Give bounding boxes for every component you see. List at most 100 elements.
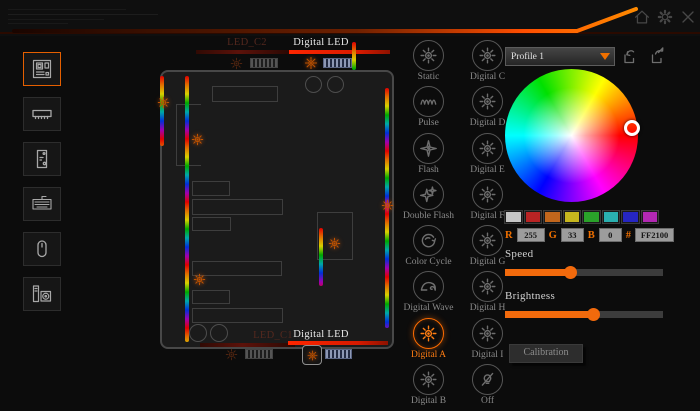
mode-label: Color Cycle [405,257,451,267]
mode-digital-wave[interactable]: Digital Wave [399,271,458,317]
sun-icon [472,133,503,164]
led-c2-underline [196,50,291,54]
double-flash-icon [413,179,444,210]
rgb-led-strip[interactable] [319,228,323,286]
brightness-slider-fill [505,311,593,318]
color-swatch-row [505,211,658,223]
led-zone-icon[interactable] [327,236,342,251]
led-zone-icon[interactable] [190,132,205,147]
speed-slider[interactable] [505,269,663,276]
sun-icon [413,318,444,349]
rgb-led-strip[interactable] [185,76,189,342]
off-icon [472,364,503,395]
fan-header-circle [305,76,322,93]
keyboard-icon [30,193,54,215]
color-swatch-6[interactable] [622,211,639,223]
color-swatch-5[interactable] [603,211,620,223]
digital-led-top-underline [289,50,390,54]
brightness-label: Brightness [505,290,555,302]
dropdown-arrow-icon [600,53,610,60]
color-swatch-1[interactable] [525,211,542,223]
mode-label: Digital E [470,165,505,175]
rgb-value-row: R 255 G 33 B 0 # FF2100 [505,228,674,242]
digital-led-bottom-port-box[interactable] [302,345,322,365]
fan-header-circle [327,76,344,93]
rgb-led-strip[interactable] [160,76,164,146]
sun-icon [472,318,503,349]
brightness-slider[interactable] [505,311,663,318]
led-c1-underline [200,343,295,347]
mode-digital-a[interactable]: Digital A [399,318,458,364]
calibration-button[interactable]: Calibration [509,344,583,363]
home-icon[interactable] [632,7,652,27]
led-zone-icon[interactable] [192,272,207,287]
mode-color-cycle[interactable]: Color Cycle [399,225,458,271]
rgb-fusion-window: LED_C2 Digital LED [0,0,700,411]
pcie-slot-outline [192,181,230,196]
mode-label: Digital G [470,257,506,267]
led-c1-port-icon[interactable] [224,347,239,362]
color-swatch-4[interactable] [583,211,600,223]
speed-label: Speed [505,248,533,260]
settings-gear-icon[interactable] [655,7,675,27]
rgb-led-strip[interactable] [352,42,356,70]
color-cycle-icon [413,225,444,256]
sidebar-device-keyboard-icon[interactable] [23,187,61,221]
mode-digital-b[interactable]: Digital B [399,364,458,410]
led-c2-port-icon[interactable] [229,56,244,71]
export-profile-icon[interactable] [646,45,668,67]
mode-label: Double Flash [403,211,454,221]
sidebar-device-mouse-icon[interactable] [23,232,61,266]
sun-icon [472,86,503,117]
speed-slider-thumb[interactable] [564,266,577,279]
flash-icon [413,133,444,164]
sidebar-device-pc-case-icon[interactable] [23,142,61,176]
digital-led-top-port-badge [323,58,352,68]
speed-slider-fill [505,269,570,276]
brightness-slider-thumb[interactable] [587,308,600,321]
mode-pulse[interactable]: Pulse [399,86,458,132]
color-wheel-selector[interactable] [624,120,640,136]
mode-label: Digital B [411,396,446,406]
mode-label: Digital I [472,350,504,360]
ram-icon [30,103,54,125]
color-swatch-3[interactable] [564,211,581,223]
r-value-field[interactable]: 255 [517,228,545,242]
led-zone-icon[interactable] [380,198,395,213]
mode-off[interactable]: Off [458,364,517,410]
sidebar-device-cooler-icon[interactable] [23,277,61,311]
g-value-field[interactable]: 33 [561,228,584,242]
color-swatch-2[interactable] [544,211,561,223]
mode-flash[interactable]: Flash [399,133,458,179]
mode-label: Digital C [470,72,505,82]
sun-icon [413,364,444,395]
sun-icon [413,40,444,71]
led-c2-port-badge [250,58,278,68]
fan-header-circle [189,324,207,342]
close-icon[interactable] [678,7,698,27]
led-zone-icon[interactable] [156,95,171,110]
motherboard-icon [30,58,54,80]
b-label: B [588,230,595,241]
sidebar-device-motherboard-icon[interactable] [23,52,61,86]
mode-label: Pulse [418,118,439,128]
b-value-field[interactable]: 0 [599,228,622,242]
digital-led-top-port-icon[interactable] [303,55,319,71]
color-swatch-0[interactable] [505,211,522,223]
lighting-mode-grid: Static Digital C Pulse Digital D Flash Digita… [399,40,517,410]
profile-dropdown[interactable]: Profile 1 [505,47,615,66]
cooler-icon [30,283,54,305]
pc-case-icon [30,148,54,170]
sun-icon [472,271,503,302]
digital-led-bottom-label[interactable]: Digital LED [276,329,366,340]
sidebar-device-ram-icon[interactable] [23,97,61,131]
mode-label: Digital D [470,118,506,128]
color-swatch-7[interactable] [642,211,659,223]
pcie-slot-outline [192,217,231,231]
pcie-slot-outline [192,308,283,323]
color-wheel[interactable] [505,69,638,202]
hex-value-field[interactable]: FF2100 [635,228,674,242]
mode-double-flash[interactable]: Double Flash [399,179,458,225]
import-profile-icon[interactable] [618,45,640,67]
mode-static[interactable]: Static [399,40,458,86]
